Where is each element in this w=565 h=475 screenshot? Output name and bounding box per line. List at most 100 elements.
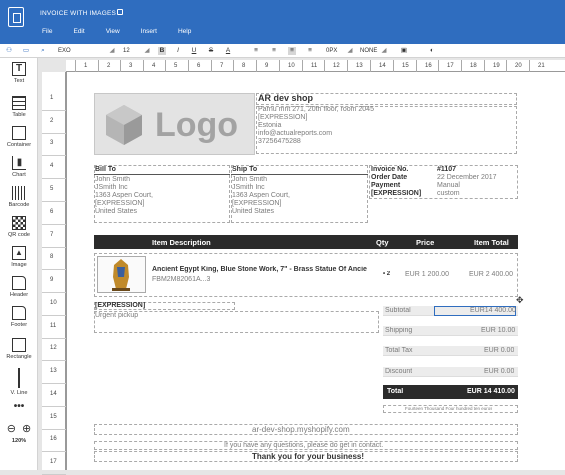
font-select[interactable]: EXO — [58, 46, 71, 56]
zoom-controls: ⊖ ⊕ — [0, 422, 38, 435]
text-color-button[interactable]: A — [224, 47, 232, 55]
dropdown-icon[interactable]: ◢ — [380, 47, 388, 55]
ruler-label: 10 — [288, 63, 295, 69]
sidebar-item-qr-code[interactable]: QR code — [0, 216, 38, 238]
ruler-label: 17 — [447, 63, 454, 69]
vertical-line-icon — [18, 368, 20, 388]
sidebar-item-container[interactable]: Container — [0, 126, 38, 148]
ruler-tick — [98, 60, 99, 72]
strikethrough-button[interactable]: S — [207, 47, 215, 55]
more-icon[interactable]: ••• — [0, 402, 38, 412]
ruler-label: 3 — [129, 63, 133, 69]
ruler-tick — [211, 60, 212, 72]
search-icon[interactable]: ⌕ — [39, 47, 47, 55]
sidebar-item-chart[interactable]: ▮ Chart — [0, 156, 38, 178]
total-label: Total — [387, 388, 404, 395]
ruler-label: 7 — [220, 63, 224, 69]
sidebar-item-barcode[interactable]: Barcode — [0, 186, 38, 208]
ruler-label: 3 — [50, 140, 54, 146]
vertical-ruler: (function(){var ys=[26,49,71,94,117,140,… — [42, 72, 66, 475]
menu-file[interactable]: File — [42, 28, 52, 35]
menu-help[interactable]: Help — [178, 28, 191, 35]
amount-in-words: Fourteen Thousand Four hundred ten euros — [405, 406, 493, 411]
ruler-tick — [42, 155, 66, 156]
table-row[interactable] — [94, 253, 518, 297]
ruler-tick — [416, 60, 417, 72]
item-sku: FBM2M82061A...3 — [152, 276, 211, 283]
ruler-label: 6 — [50, 209, 54, 215]
ruler-tick — [42, 383, 66, 384]
bold-button[interactable]: B — [158, 47, 166, 55]
menu-bar: File Edit View Insert Help — [42, 28, 212, 35]
sidebar-item-text[interactable]: T Text — [0, 62, 38, 84]
font-size-select[interactable]: 12 — [123, 46, 130, 56]
ruler-label: 15 — [50, 414, 57, 420]
align-center-icon[interactable]: ≡ — [270, 47, 278, 55]
sidebar-item-footer[interactable]: Footer — [0, 306, 38, 328]
note-text: Urgent pickup — [95, 312, 139, 319]
logo-text: Logo — [155, 106, 239, 144]
bill-to-label: Bill To — [95, 166, 116, 173]
dropdown-icon[interactable]: ◢ — [346, 47, 354, 55]
total-value: EUR 14 410.00 — [467, 388, 515, 395]
ruler-label: 7 — [50, 232, 54, 238]
title-bar: INVOICE WITH IMAGES File Edit View Insert He… — [0, 0, 565, 44]
ruler-tick — [256, 60, 257, 72]
italic-button[interactable]: I — [174, 47, 182, 55]
dropdown-icon[interactable]: ◢ — [108, 47, 116, 55]
ruler-label: 14 — [50, 391, 57, 397]
ruler-tick — [324, 60, 325, 72]
item-name: Ancient Egypt King, Blue Stone Work, 7" … — [152, 266, 367, 273]
spacing-select[interactable]: 0PX — [326, 46, 337, 56]
zoom-in-icon[interactable]: ⊕ — [22, 423, 31, 435]
subtotal-value: EUR14 400.00 — [470, 307, 516, 314]
ruler-tick — [484, 60, 485, 72]
ruler-tick — [42, 360, 66, 361]
underline-button[interactable]: U — [190, 47, 198, 55]
sidebar-item-table[interactable]: Table — [0, 96, 38, 118]
ruler-label: 18 — [470, 63, 477, 69]
ruler-label: 13 — [356, 63, 363, 69]
ruler-label: 6 — [197, 63, 201, 69]
dropdown-icon[interactable]: ◢ — [143, 47, 151, 55]
ruler-tick — [233, 60, 234, 72]
menu-edit[interactable]: Edit — [73, 28, 84, 35]
move-handle-icon[interactable]: ✥ — [516, 295, 524, 306]
new-page-icon[interactable]: ▭ — [22, 47, 30, 55]
footer-icon — [12, 306, 26, 320]
sidebar-item-rectangle[interactable]: Rectangle — [0, 338, 38, 360]
sidebar-item-header[interactable]: Header — [0, 276, 38, 298]
barcode-icon — [12, 186, 26, 200]
tax-label: Total Tax — [385, 347, 413, 354]
subtotal-label: Subtotal — [385, 307, 411, 314]
share-icon[interactable]: ⚇ — [5, 47, 13, 55]
ruler-tick — [42, 110, 66, 111]
border-style-icon[interactable]: ▣ — [400, 47, 408, 55]
background-color-icon[interactable]: ◐ — [428, 47, 436, 55]
menu-view[interactable]: View — [106, 28, 120, 35]
align-left-icon[interactable]: ≡ — [252, 47, 260, 55]
ruler-tick — [438, 60, 439, 72]
ruler-label: 14 — [379, 63, 386, 69]
ruler-tick — [370, 60, 371, 72]
sidebar-item-image[interactable]: ▲ Image — [0, 246, 38, 268]
ruler-tick — [279, 60, 280, 72]
border-select[interactable]: NONE — [360, 46, 377, 56]
ruler-tick — [42, 338, 66, 339]
ruler-label: 12 — [50, 345, 57, 351]
invoice-meta-labels: Invoice No. Order Date Payment [EXPRESSION] — [371, 166, 422, 197]
sidebar-item-vertical-line[interactable]: V. Line — [0, 368, 38, 396]
align-right-icon[interactable]: ≡ — [288, 47, 296, 55]
ship-to-address: John Smith JSmith Inc 1363 Aspen Court, [EX… — [232, 176, 290, 215]
justify-icon[interactable]: ≡ — [306, 47, 314, 55]
summary-row-total: Total EUR 14 410.00 — [383, 385, 518, 399]
zoom-out-icon[interactable]: ⊖ — [7, 423, 16, 435]
ruler-label: 4 — [152, 63, 156, 69]
menu-insert[interactable]: Insert — [141, 28, 157, 35]
save-icon[interactable] — [117, 9, 123, 15]
ruler-tick — [42, 451, 66, 452]
column-header-price: Price — [416, 238, 435, 247]
document-title: INVOICE WITH IMAGES — [40, 10, 117, 17]
ruler-tick — [42, 269, 66, 270]
logo-image[interactable]: Logo — [94, 93, 255, 155]
